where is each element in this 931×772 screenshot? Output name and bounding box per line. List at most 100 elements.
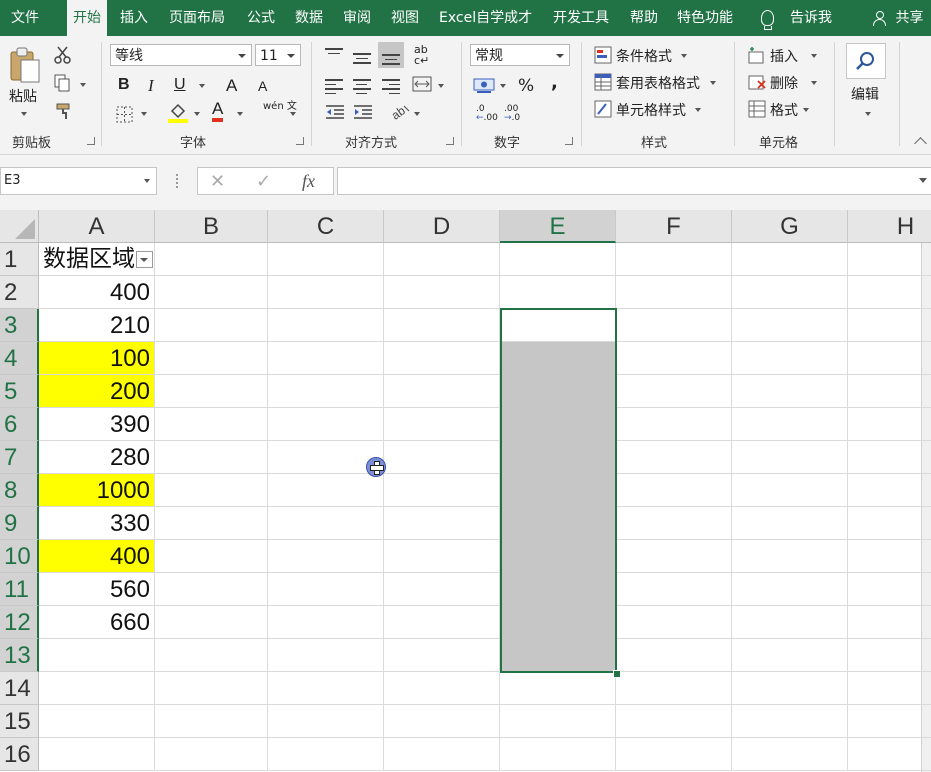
cell-a11[interactable]: 560 [39,573,155,606]
cell-c6[interactable] [268,408,384,441]
cell-d14[interactable] [384,672,500,705]
conditional-format-dropdown-icon[interactable] [681,54,687,58]
editing-dropdown-icon[interactable] [865,112,871,116]
column-header-c[interactable]: C [268,210,384,243]
tab-excel-self-study[interactable]: Excel自学成才 [439,0,532,36]
cell-c2[interactable] [268,276,384,309]
cell-g13[interactable] [732,639,848,672]
tab-special-features[interactable]: 特色功能 [677,0,733,36]
cell-d8[interactable] [384,474,500,507]
paste-icon[interactable] [9,46,40,83]
cell-f15[interactable] [616,705,732,738]
cell-a5[interactable]: 200 [39,375,155,408]
cell-a8[interactable]: 1000 [39,474,155,507]
row-header-15[interactable]: 15 [0,705,39,738]
border-dropdown-icon[interactable] [141,112,147,116]
shrink-font-button[interactable]: A [258,78,267,94]
orientation-dropdown-icon[interactable] [414,112,420,116]
insert-cells-icon[interactable] [748,46,766,68]
cell-c4[interactable] [268,342,384,375]
row-header-5[interactable]: 5 [0,375,39,408]
cell-b3[interactable] [155,309,268,342]
cell-e14[interactable] [500,672,616,705]
cell-f4[interactable] [616,342,732,375]
row-header-14[interactable]: 14 [0,672,39,705]
cell-f3[interactable] [616,309,732,342]
delete-cells-button[interactable]: 删除 [770,73,798,93]
tab-file[interactable]: 文件 [11,0,39,36]
format-cells-icon[interactable] [748,100,766,122]
cell-h2[interactable] [848,276,931,309]
cell-h9[interactable] [848,507,931,540]
row-header-4[interactable]: 4 [0,342,39,375]
cell-g6[interactable] [732,408,848,441]
cell-g16[interactable] [732,738,848,771]
tab-review[interactable]: 审阅 [343,0,371,36]
cell-g14[interactable] [732,672,848,705]
cut-icon[interactable] [54,46,72,68]
name-box[interactable]: E3 [0,167,157,195]
font-color-dropdown-icon[interactable] [237,112,243,116]
cell-f10[interactable] [616,540,732,573]
cell-d3[interactable] [384,309,500,342]
font-color-button[interactable]: A [212,100,224,122]
decrease-decimal-button[interactable]: .00 →.0 [504,105,520,123]
fill-color-icon[interactable] [168,102,188,128]
share-button[interactable]: 共享 [872,0,923,36]
cell-d7[interactable] [384,441,500,474]
cell-a13[interactable] [39,639,155,672]
cell-a6[interactable]: 390 [39,408,155,441]
cell-c1[interactable] [268,243,384,276]
cell-f8[interactable] [616,474,732,507]
tab-page-layout[interactable]: 页面布局 [169,0,225,36]
tab-insert[interactable]: 插入 [120,0,148,36]
cell-b10[interactable] [155,540,268,573]
cell-h11[interactable] [848,573,931,606]
merge-center-icon[interactable] [412,76,432,96]
cell-styles-dropdown-icon[interactable] [695,108,701,112]
phonetic-button[interactable]: wén 文 [263,102,297,112]
percent-button[interactable]: % [518,76,534,96]
tab-home[interactable]: 开始 [67,0,107,37]
cell-d6[interactable] [384,408,500,441]
paste-dropdown-icon[interactable] [21,112,27,116]
row-header-10[interactable]: 10 [0,540,39,573]
cell-g5[interactable] [732,375,848,408]
cell-g11[interactable] [732,573,848,606]
cell-f16[interactable] [616,738,732,771]
cell-f11[interactable] [616,573,732,606]
cell-a15[interactable] [39,705,155,738]
underline-dropdown-icon[interactable] [199,84,205,88]
cell-d12[interactable] [384,606,500,639]
tell-me-button[interactable]: 告诉我 [761,0,832,36]
cell-c16[interactable] [268,738,384,771]
grow-font-button[interactable]: A [226,76,237,96]
cell-a2[interactable]: 400 [39,276,155,309]
clipboard-launcher-icon[interactable] [87,137,95,145]
collapse-ribbon-icon[interactable] [914,137,927,150]
cell-a4[interactable]: 100 [39,342,155,375]
cell-g1[interactable] [732,243,848,276]
cell-e16[interactable] [500,738,616,771]
cell-h7[interactable] [848,441,931,474]
editing-button[interactable] [846,43,886,79]
cell-b7[interactable] [155,441,268,474]
cell-b14[interactable] [155,672,268,705]
font-family-select[interactable]: 等线 [110,44,252,66]
delete-dropdown-icon[interactable] [811,81,817,85]
italic-button[interactable]: I [148,76,154,96]
column-header-f[interactable]: F [616,210,732,243]
cell-d5[interactable] [384,375,500,408]
cell-f5[interactable] [616,375,732,408]
row-header-1[interactable]: 1 [0,243,39,276]
cell-c11[interactable] [268,573,384,606]
number-format-select[interactable]: 常规 [470,44,570,66]
phonetic-dropdown-icon[interactable] [290,112,296,116]
enter-icon[interactable]: ✓ [256,171,271,192]
cell-f6[interactable] [616,408,732,441]
cell-e15[interactable] [500,705,616,738]
cell-g12[interactable] [732,606,848,639]
format-cells-button[interactable]: 格式 [770,100,798,120]
tab-developer[interactable]: 开发工具 [553,0,609,36]
conditional-format-button[interactable]: 条件格式 [616,46,672,66]
